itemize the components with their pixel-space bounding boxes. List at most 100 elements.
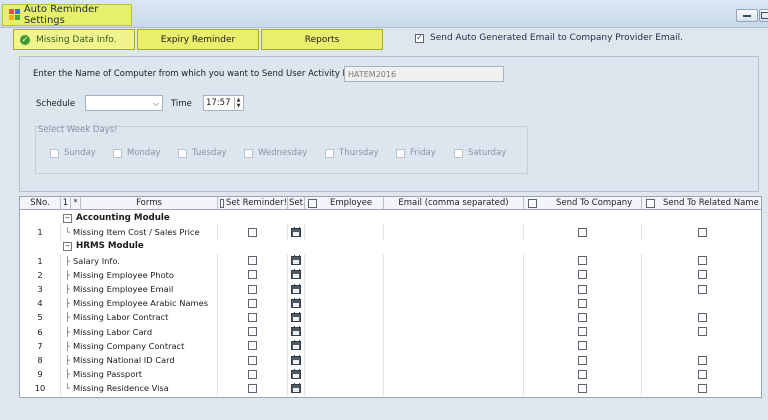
collapse-icon[interactable]: − bbox=[63, 241, 72, 251]
send-company-checkbox[interactable] bbox=[578, 369, 587, 379]
day-checkbox[interactable] bbox=[244, 148, 253, 158]
tab-reports[interactable]: Reports bbox=[261, 29, 383, 50]
calendar-icon[interactable] bbox=[291, 368, 301, 379]
day-checkbox[interactable] bbox=[178, 148, 187, 158]
set-reminder-checkbox[interactable] bbox=[248, 383, 257, 393]
send-email-checkbox[interactable]: ✓ bbox=[415, 33, 424, 43]
set-reminder-checkbox[interactable] bbox=[248, 284, 257, 294]
table-row[interactable]: 8 ├ Missing National ID Card bbox=[20, 353, 761, 368]
table-row[interactable]: 7 ├ Missing Company Contract bbox=[20, 338, 761, 353]
header-send-company[interactable]: Send To Company bbox=[524, 197, 642, 210]
send-related-checkbox[interactable] bbox=[698, 270, 707, 280]
employee-cell[interactable] bbox=[305, 310, 384, 325]
day-checkbox[interactable] bbox=[454, 148, 463, 158]
calendar-icon[interactable] bbox=[291, 354, 301, 365]
table-row[interactable]: 1 ├ Salary Info. bbox=[20, 253, 761, 268]
time-input[interactable]: 17:57 ▲ ▼ bbox=[203, 95, 244, 111]
header-col-1[interactable]: 1 bbox=[61, 197, 71, 210]
send-company-checkbox[interactable] bbox=[578, 284, 587, 294]
email-cell[interactable] bbox=[384, 381, 524, 396]
header-email[interactable]: Email (comma separated) bbox=[384, 197, 524, 210]
send-related-checkbox[interactable] bbox=[698, 383, 707, 393]
calendar-icon[interactable] bbox=[291, 255, 301, 266]
email-cell[interactable] bbox=[384, 296, 524, 311]
employee-cell[interactable] bbox=[305, 367, 384, 382]
employee-cell[interactable] bbox=[305, 324, 384, 339]
set-reminder-checkbox[interactable] bbox=[248, 256, 257, 266]
table-row[interactable]: 1 └ Missing Item Cost / Sales Price bbox=[20, 225, 761, 240]
day-checkbox[interactable] bbox=[50, 148, 59, 158]
maximize-button[interactable] bbox=[759, 9, 768, 22]
employee-cell[interactable] bbox=[305, 381, 384, 396]
send-company-checkbox[interactable] bbox=[578, 312, 587, 322]
send-company-checkbox[interactable] bbox=[578, 256, 587, 266]
minimize-button[interactable] bbox=[736, 9, 758, 22]
group-row[interactable]: − Accounting Module bbox=[20, 211, 761, 225]
calendar-icon[interactable] bbox=[291, 340, 301, 351]
day-sunday[interactable]: Sunday bbox=[50, 148, 96, 158]
calendar-icon[interactable] bbox=[291, 311, 301, 322]
employee-all-checkbox[interactable] bbox=[308, 198, 317, 208]
employee-cell[interactable] bbox=[305, 296, 384, 311]
schedule-select[interactable]: ⌵ bbox=[85, 95, 163, 111]
tab-expiry-reminder[interactable]: Expiry Reminder bbox=[137, 29, 259, 50]
email-cell[interactable] bbox=[384, 282, 524, 297]
header-star[interactable]: * bbox=[71, 197, 81, 210]
header-send-related[interactable]: Send To Related Name bbox=[642, 197, 761, 210]
day-monday[interactable]: Monday bbox=[113, 148, 161, 158]
employee-cell[interactable] bbox=[305, 338, 384, 353]
day-thursday[interactable]: Thursday bbox=[325, 148, 379, 158]
send-related-checkbox[interactable] bbox=[698, 369, 707, 379]
employee-cell[interactable] bbox=[305, 253, 384, 268]
set-reminder-checkbox[interactable] bbox=[248, 369, 257, 379]
email-cell[interactable] bbox=[384, 353, 524, 368]
set-reminder-all-checkbox[interactable] bbox=[220, 198, 225, 208]
set-reminder-checkbox[interactable] bbox=[248, 270, 257, 280]
send-related-checkbox[interactable] bbox=[698, 312, 707, 322]
send-company-checkbox[interactable] bbox=[578, 227, 587, 237]
calendar-icon[interactable] bbox=[291, 326, 301, 337]
header-forms[interactable]: Forms bbox=[81, 197, 218, 210]
set-reminder-checkbox[interactable] bbox=[248, 312, 257, 322]
day-checkbox[interactable] bbox=[396, 148, 405, 158]
table-row[interactable]: 10 └ Missing Residence Visa bbox=[20, 381, 761, 396]
email-cell[interactable] bbox=[384, 225, 524, 240]
email-cell[interactable] bbox=[384, 310, 524, 325]
day-checkbox[interactable] bbox=[113, 148, 122, 158]
calendar-icon[interactable] bbox=[291, 297, 301, 308]
set-reminder-checkbox[interactable] bbox=[248, 227, 257, 237]
calendar-icon[interactable] bbox=[291, 226, 301, 237]
day-checkbox[interactable] bbox=[325, 148, 334, 158]
email-cell[interactable] bbox=[384, 267, 524, 282]
send-related-all-checkbox[interactable] bbox=[646, 198, 655, 208]
header-sno[interactable]: SNo. bbox=[20, 197, 61, 210]
collapse-icon[interactable]: − bbox=[63, 213, 72, 223]
send-related-checkbox[interactable] bbox=[698, 227, 707, 237]
employee-cell[interactable] bbox=[305, 225, 384, 240]
send-related-checkbox[interactable] bbox=[698, 284, 707, 294]
send-company-checkbox[interactable] bbox=[578, 270, 587, 280]
employee-cell[interactable] bbox=[305, 282, 384, 297]
header-employee[interactable]: Employee bbox=[305, 197, 384, 210]
email-cell[interactable] bbox=[384, 367, 524, 382]
email-cell[interactable] bbox=[384, 338, 524, 353]
email-cell[interactable] bbox=[384, 324, 524, 339]
send-company-checkbox[interactable] bbox=[578, 383, 587, 393]
table-row[interactable]: 5 ├ Missing Labor Contract bbox=[20, 310, 761, 325]
day-friday[interactable]: Friday bbox=[396, 148, 436, 158]
email-cell[interactable] bbox=[384, 253, 524, 268]
employee-cell[interactable] bbox=[305, 353, 384, 368]
header-set-reminder[interactable]: Set Reminder! bbox=[218, 197, 288, 210]
table-row[interactable]: 6 ├ Missing Labor Card bbox=[20, 324, 761, 339]
computer-name-input[interactable]: HATEM2016 bbox=[344, 66, 504, 82]
calendar-icon[interactable] bbox=[291, 269, 301, 280]
calendar-icon[interactable] bbox=[291, 382, 301, 393]
send-company-checkbox[interactable] bbox=[578, 327, 587, 337]
group-row[interactable]: − HRMS Module bbox=[20, 239, 761, 253]
set-reminder-checkbox[interactable] bbox=[248, 341, 257, 351]
time-spinner[interactable]: ▲ ▼ bbox=[234, 97, 242, 109]
send-related-checkbox[interactable] bbox=[698, 327, 707, 337]
set-reminder-checkbox[interactable] bbox=[248, 298, 257, 308]
table-row[interactable]: 2 ├ Missing Employee Photo bbox=[20, 267, 761, 282]
header-set[interactable]: Set bbox=[288, 197, 305, 210]
